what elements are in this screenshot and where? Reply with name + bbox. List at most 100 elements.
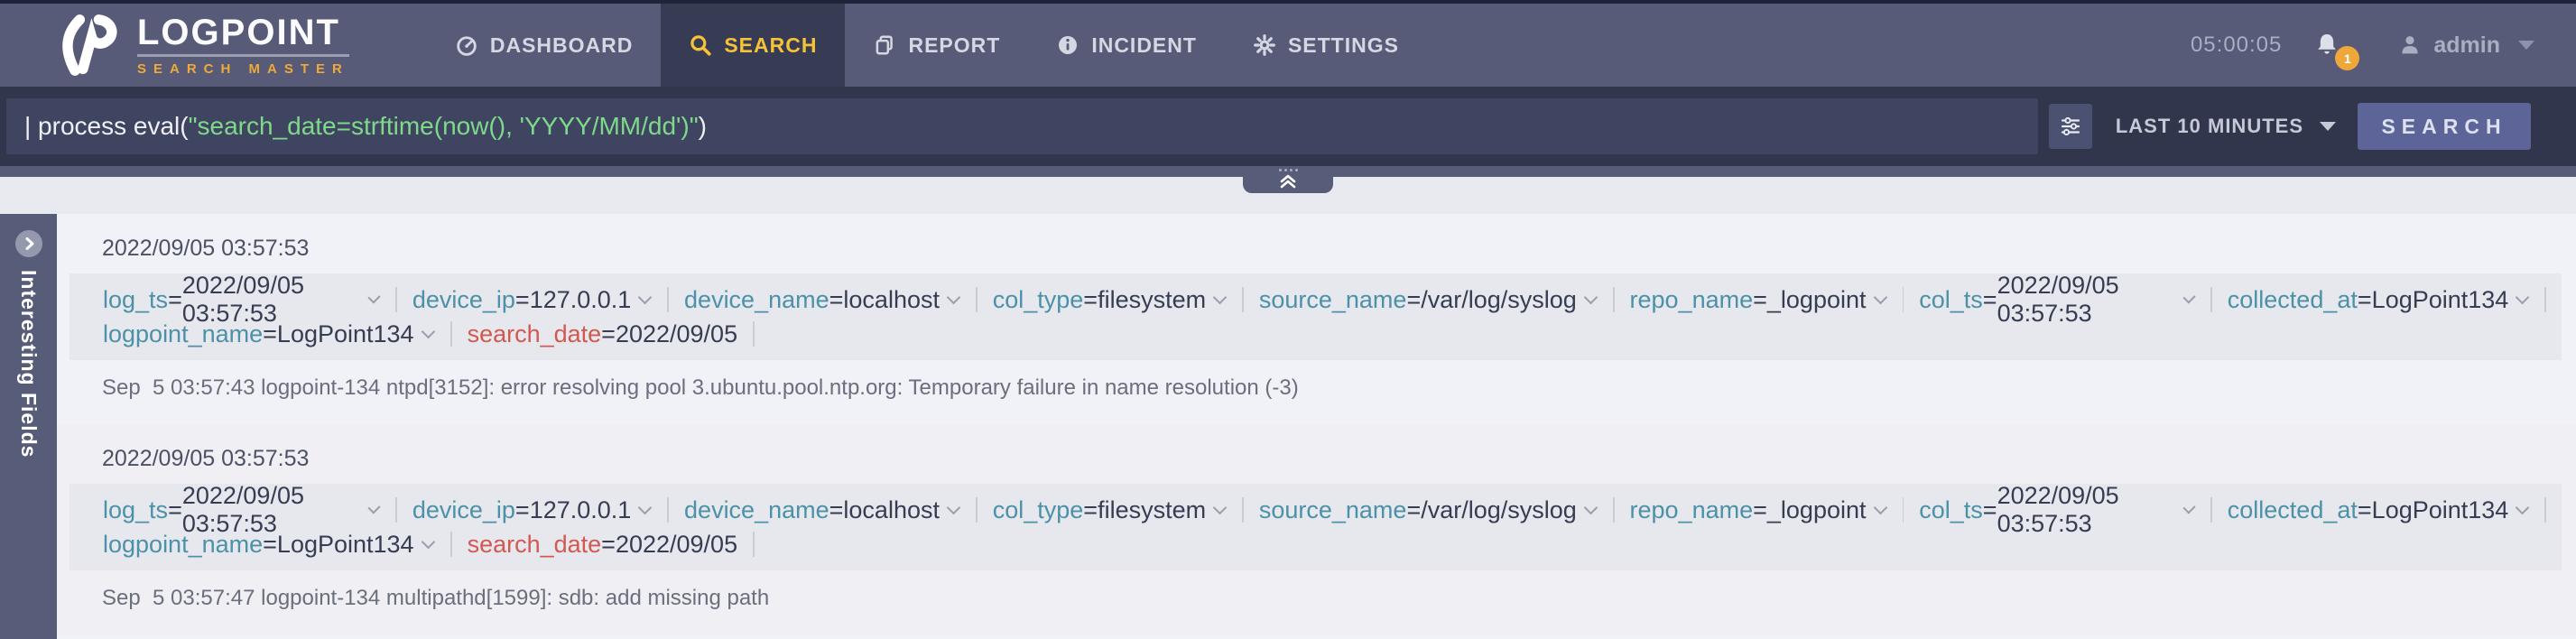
field-tag-logpoint_name[interactable]: logpoint_name=LogPoint134 xyxy=(103,320,435,348)
user-name: admin xyxy=(2433,32,2500,59)
chevron-down-icon[interactable] xyxy=(638,290,653,304)
grip-dots xyxy=(1279,169,1282,171)
chevron-down-icon[interactable] xyxy=(1213,500,1228,514)
tag-divider xyxy=(395,497,397,523)
navbar-right: 05:00:05 1 admin xyxy=(2191,4,2576,87)
chevron-down-icon[interactable] xyxy=(421,534,435,549)
time-range-dropdown[interactable]: LAST 10 MINUTES xyxy=(2116,115,2336,138)
tag-divider xyxy=(753,532,755,557)
interesting-fields-sidebar: Interesting Fields xyxy=(0,214,57,639)
clock: 05:00:05 xyxy=(2191,32,2282,58)
field-tag-source_name[interactable]: source_name=/var/log/syslog xyxy=(1259,286,1598,314)
log-event: 2022/09/05 03:57:53 log_ts=2022/09/05 03… xyxy=(57,214,2576,424)
chevron-down-icon[interactable] xyxy=(638,500,653,514)
chevron-down-icon[interactable] xyxy=(2516,500,2530,514)
logpoint-logo[interactable]: LOGPOINT SEARCH MASTER xyxy=(0,4,349,87)
event-message: Sep 5 03:57:43 logpoint-134 ntpd[3152]: … xyxy=(102,375,2562,401)
event-timestamp: 2022/09/05 03:57:53 xyxy=(102,236,2562,262)
tag-divider xyxy=(753,321,755,347)
chevron-down-icon[interactable] xyxy=(1584,500,1598,514)
field-tag-device_ip[interactable]: device_ip=127.0.0.1 xyxy=(412,286,652,314)
tag-divider xyxy=(976,497,978,523)
content-area: Interesting Fields 2022/09/05 03:57:53 l… xyxy=(0,214,2576,639)
gear-icon xyxy=(1253,33,1276,57)
field-tag-col_ts[interactable]: col_ts=2022/09/05 03:57:53 xyxy=(1919,272,2195,328)
report-pages-icon xyxy=(873,33,896,57)
nav-tab-incident[interactable]: INCIDENT xyxy=(1028,4,1225,87)
chevron-down-icon[interactable] xyxy=(1213,290,1228,304)
chevron-down-icon[interactable] xyxy=(421,324,435,338)
chevron-down-icon[interactable] xyxy=(367,501,380,514)
tag-divider xyxy=(976,287,978,312)
tag-divider xyxy=(2544,287,2546,312)
nav-tab-dashboard[interactable]: DASHBOARD xyxy=(427,4,662,87)
double-chevron-up-icon xyxy=(1277,173,1299,189)
sidebar-label: Interesting Fields xyxy=(16,270,41,458)
tag-divider xyxy=(1242,287,1244,312)
query-string-highlight: "search_date=strftime(now(), 'YYYY/MM/dd… xyxy=(189,112,699,141)
field-tag-col_ts[interactable]: col_ts=2022/09/05 03:57:53 xyxy=(1919,482,2195,538)
field-tag-repo_name[interactable]: repo_name=_logpoint xyxy=(1630,496,1887,524)
sliders-icon xyxy=(2060,116,2081,137)
chevron-down-icon[interactable] xyxy=(947,500,961,514)
logo-subtitle: SEARCH MASTER xyxy=(137,61,349,77)
tag-divider xyxy=(667,287,669,312)
field-tag-col_type[interactable]: col_type=filesystem xyxy=(993,496,1227,524)
collapse-panel-button[interactable] xyxy=(1243,166,1333,193)
magnifier-icon xyxy=(689,33,712,57)
event-field-tags: log_ts=2022/09/05 03:57:53 device_ip=127… xyxy=(69,273,2562,360)
tag-divider xyxy=(2210,497,2212,523)
chevron-down-icon[interactable] xyxy=(2182,501,2195,514)
tag-divider xyxy=(395,287,397,312)
tag-divider xyxy=(450,321,452,347)
chevron-down-icon[interactable] xyxy=(2516,290,2530,304)
field-tag-search_date[interactable]: search_date=2022/09/05 xyxy=(468,320,738,348)
chevron-down-icon[interactable] xyxy=(1873,290,1887,304)
log-event: 2022/09/05 03:57:53 log_ts=2022/09/05 03… xyxy=(57,424,2576,634)
gauge-icon xyxy=(455,33,478,57)
tag-divider xyxy=(1613,497,1615,523)
field-tag-device_name[interactable]: device_name=localhost xyxy=(684,286,960,314)
tag-divider xyxy=(667,497,669,523)
expand-sidebar-button[interactable] xyxy=(15,230,42,257)
notifications-button[interactable]: 1 xyxy=(2312,31,2341,60)
info-circle-icon xyxy=(1056,33,1080,57)
event-message: Sep 5 03:57:47 logpoint-134 multipathd[1… xyxy=(102,586,2562,611)
chevron-down-icon xyxy=(2320,122,2336,131)
top-navbar: LOGPOINT SEARCH MASTER DASHBOARD SEARCH xyxy=(0,0,2576,87)
user-menu[interactable]: admin xyxy=(2397,32,2534,59)
field-tag-search_date[interactable]: search_date=2022/09/05 xyxy=(468,531,738,559)
field-tag-logpoint_name[interactable]: logpoint_name=LogPoint134 xyxy=(103,531,435,559)
logpoint-logo-icon xyxy=(52,12,125,79)
query-filter-button[interactable] xyxy=(2049,104,2092,149)
field-tag-col_type[interactable]: col_type=filesystem xyxy=(993,286,1227,314)
main-navigation: DASHBOARD SEARCH REPORT INCIDENT xyxy=(427,4,1427,87)
chevron-down-icon[interactable] xyxy=(2182,291,2195,303)
tag-divider xyxy=(1613,287,1615,312)
search-bar: | process eval("search_date=strftime(now… xyxy=(0,87,2576,166)
event-field-tags: log_ts=2022/09/05 03:57:53 device_ip=127… xyxy=(69,484,2562,570)
field-tag-source_name[interactable]: source_name=/var/log/syslog xyxy=(1259,496,1598,524)
chevron-down-icon[interactable] xyxy=(947,290,961,304)
tag-divider xyxy=(1903,287,1904,312)
chevron-down-icon xyxy=(2518,41,2534,50)
chevron-right-icon xyxy=(15,230,42,257)
time-range-label: LAST 10 MINUTES xyxy=(2116,115,2303,138)
field-tag-repo_name[interactable]: repo_name=_logpoint xyxy=(1630,286,1887,314)
nav-tab-search[interactable]: SEARCH xyxy=(661,4,845,87)
field-tag-collected_at[interactable]: collected_at=LogPoint134 xyxy=(2228,286,2530,314)
query-input[interactable]: | process eval("search_date=strftime(now… xyxy=(6,98,2038,154)
chevron-down-icon[interactable] xyxy=(367,291,380,303)
event-timestamp: 2022/09/05 03:57:53 xyxy=(102,446,2562,472)
tag-divider xyxy=(1242,497,1244,523)
nav-tab-report[interactable]: REPORT xyxy=(845,4,1028,87)
field-tag-device_ip[interactable]: device_ip=127.0.0.1 xyxy=(412,496,652,524)
notification-badge: 1 xyxy=(2335,46,2359,70)
nav-tab-settings[interactable]: SETTINGS xyxy=(1225,4,1427,87)
field-tag-device_name[interactable]: device_name=localhost xyxy=(684,496,960,524)
tag-divider xyxy=(450,532,452,557)
chevron-down-icon[interactable] xyxy=(1584,290,1598,304)
chevron-down-icon[interactable] xyxy=(1873,500,1887,514)
field-tag-collected_at[interactable]: collected_at=LogPoint134 xyxy=(2228,496,2530,524)
search-button[interactable]: SEARCH xyxy=(2358,103,2531,150)
